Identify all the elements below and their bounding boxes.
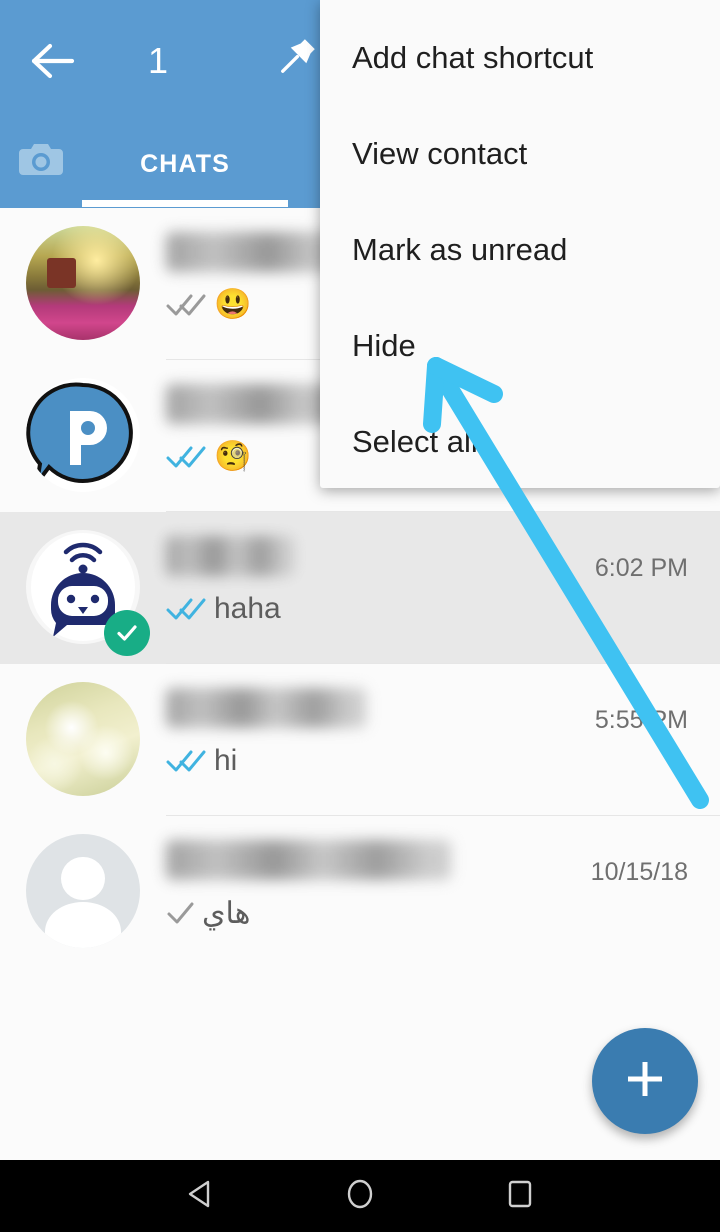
message-preview: 😃 xyxy=(166,284,251,326)
avatar-head-shape xyxy=(61,857,104,900)
new-chat-fab-button[interactable] xyxy=(592,1028,698,1134)
default-person-avatar xyxy=(26,834,140,948)
avatar[interactable] xyxy=(26,682,140,796)
timestamp: 10/15/18 xyxy=(591,858,688,887)
double-check-blue-icon xyxy=(166,749,208,773)
message-preview: haha xyxy=(166,588,281,630)
message-emoji: 😃 xyxy=(214,290,251,320)
back-button[interactable] xyxy=(18,28,88,94)
selected-badge-icon xyxy=(104,610,150,656)
plus-icon xyxy=(622,1056,668,1107)
double-check-blue-icon xyxy=(166,597,208,621)
avatar[interactable] xyxy=(26,834,140,948)
message-preview: hi xyxy=(166,740,237,782)
message-text: hi xyxy=(214,744,237,778)
menu-item-label: Add chat shortcut xyxy=(352,40,593,76)
menu-item-label: Mark as unread xyxy=(352,232,567,268)
contact-name-redacted xyxy=(166,688,366,728)
contact-name-redacted xyxy=(166,840,451,880)
timestamp: 5:55 PM xyxy=(595,706,688,735)
circle-home-icon xyxy=(343,1177,377,1216)
avatar[interactable] xyxy=(26,226,140,340)
row-content: هاي 10/15/18 xyxy=(166,836,706,948)
message-text: هاي xyxy=(202,896,250,931)
double-check-blue-icon xyxy=(166,445,208,469)
overflow-menu[interactable]: Add chat shortcut View contact Mark as u… xyxy=(320,0,720,488)
landscape-photo-avatar xyxy=(26,226,140,340)
triangle-back-icon xyxy=(183,1177,217,1216)
menu-item-select-all[interactable]: Select all xyxy=(320,394,720,488)
single-check-gray-icon xyxy=(166,901,196,925)
message-preview: 🧐 xyxy=(166,436,251,478)
flowers-photo-avatar xyxy=(26,682,140,796)
tab-camera[interactable] xyxy=(8,128,74,194)
message-emoji: 🧐 xyxy=(214,442,251,472)
nav-home-button[interactable] xyxy=(300,1160,420,1232)
menu-item-label: Hide xyxy=(352,328,416,364)
menu-item-add-chat-shortcut[interactable]: Add chat shortcut xyxy=(320,10,720,106)
selection-count-label: 1 xyxy=(118,28,198,94)
tab-active-indicator xyxy=(82,200,288,207)
menu-item-label: Select all xyxy=(352,424,478,460)
nav-recents-button[interactable] xyxy=(460,1160,580,1232)
menu-item-label: View contact xyxy=(352,136,527,172)
row-content: haha 6:02 PM xyxy=(166,532,706,644)
timestamp: 6:02 PM xyxy=(595,554,688,583)
message-preview: هاي xyxy=(166,892,250,934)
menu-item-hide[interactable]: Hide xyxy=(320,298,720,394)
row-content: hi 5:55 PM xyxy=(166,684,706,796)
table-row[interactable]: هاي 10/15/18 xyxy=(0,816,720,968)
contact-name-redacted xyxy=(166,536,294,576)
camera-icon xyxy=(17,139,65,184)
square-recents-icon xyxy=(503,1177,537,1216)
tab-chats[interactable]: CHATS xyxy=(82,120,288,208)
menu-item-view-contact[interactable]: View contact xyxy=(320,106,720,202)
message-text: haha xyxy=(214,592,281,626)
menu-item-mark-as-unread[interactable]: Mark as unread xyxy=(320,202,720,298)
avatar-body-shape xyxy=(45,902,120,948)
android-navigation-bar xyxy=(0,1160,720,1232)
nav-back-button[interactable] xyxy=(140,1160,260,1232)
avatar[interactable] xyxy=(26,378,140,492)
p-logo-avatar xyxy=(26,378,140,492)
pin-button[interactable] xyxy=(262,28,328,94)
tab-chats-label: CHATS xyxy=(140,150,230,179)
table-row[interactable]: haha 6:02 PM xyxy=(0,512,720,664)
arrow-back-icon xyxy=(30,41,76,81)
pin-icon xyxy=(269,33,321,90)
table-row[interactable]: hi 5:55 PM xyxy=(0,664,720,816)
double-check-gray-icon xyxy=(166,293,208,317)
